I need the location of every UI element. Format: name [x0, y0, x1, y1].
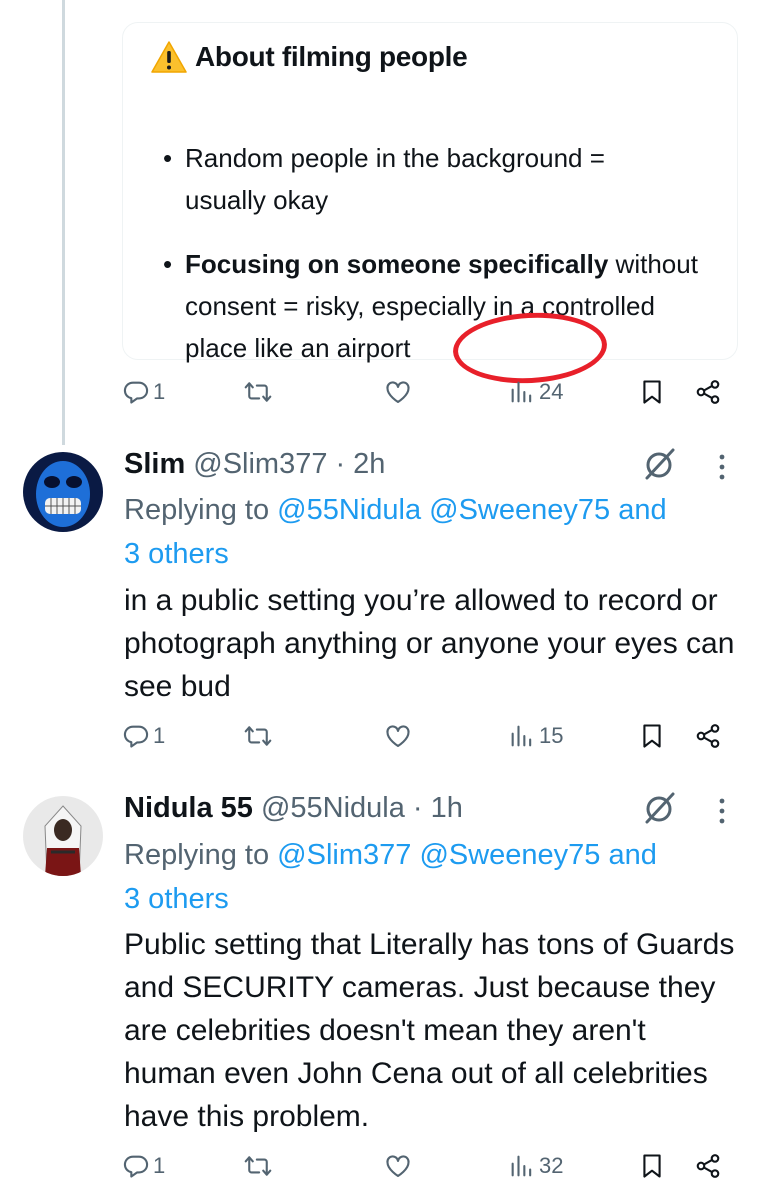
card-title: About filming people: [195, 41, 468, 72]
bookmark-icon: [643, 1154, 661, 1178]
more-icon[interactable]: [712, 452, 732, 482]
bookmark-icon: [643, 724, 661, 748]
share-button[interactable]: [694, 1152, 722, 1180]
share-button[interactable]: [694, 378, 722, 406]
tweet-action-bar: 1 24: [122, 378, 732, 418]
retweet-icon: [244, 1156, 272, 1176]
reply-icon: [123, 725, 149, 748]
card-bullet: • Random people in the background = usua…: [163, 137, 683, 221]
bookmark-icon: [643, 380, 661, 404]
heart-icon: [386, 381, 410, 403]
retweet-icon: [244, 726, 272, 746]
avatar-image: [23, 452, 103, 532]
reply-button[interactable]: 1: [122, 1152, 165, 1180]
views-icon: [511, 1155, 532, 1177]
mention-link[interactable]: @55Nidula: [277, 494, 421, 526]
user-handle[interactable]: @Slim377: [193, 448, 327, 481]
embedded-card: About filming people • Random people in …: [122, 22, 738, 387]
retweet-button[interactable]: [244, 378, 272, 406]
user-handle[interactable]: @55Nidula: [261, 792, 405, 825]
avatar[interactable]: [23, 796, 103, 876]
retweet-button[interactable]: [244, 722, 272, 750]
share-icon: [696, 380, 720, 404]
grok-icon[interactable]: [640, 788, 680, 828]
replying-prefix: Replying to: [124, 839, 278, 871]
reply-count: 1: [153, 723, 166, 748]
retweet-icon: [244, 382, 272, 402]
views-button[interactable]: 32: [508, 1152, 563, 1180]
reply-icon: [123, 381, 149, 404]
bullet-dot: •: [163, 249, 173, 279]
views-button[interactable]: 24: [508, 378, 563, 406]
card-title-row: About filming people: [151, 41, 468, 73]
tweet-action-bar: 1 15: [122, 722, 732, 762]
display-name[interactable]: Slim: [124, 448, 185, 481]
replying-to: Replying to @55Nidula @Sweeney75 and 3 ot…: [124, 488, 744, 576]
tweet-header: Nidula 55 @55Nidula · 1h: [124, 792, 463, 825]
display-name[interactable]: Nidula 55: [124, 792, 253, 825]
views-button[interactable]: 15: [508, 722, 563, 750]
reply-count: 1: [153, 379, 166, 404]
like-button[interactable]: [384, 1152, 412, 1180]
others-link[interactable]: 3 others: [124, 883, 229, 915]
timestamp[interactable]: · 2h: [335, 448, 385, 481]
avatar-image: [23, 796, 103, 876]
replying-prefix: Replying to: [124, 494, 278, 526]
like-button[interactable]: [384, 722, 412, 750]
views-count: 24: [539, 379, 564, 404]
bullet-text: Random people in the background = usuall…: [185, 143, 605, 215]
tweet-action-bar: 1 32: [122, 1152, 732, 1192]
tweet-text: in a public setting you’re allowed to re…: [124, 584, 735, 703]
share-button[interactable]: [694, 722, 722, 750]
like-button[interactable]: [384, 378, 412, 406]
bookmark-button[interactable]: [638, 378, 666, 406]
mention-link[interactable]: @Sweeney75: [429, 494, 610, 526]
views-icon: [511, 725, 532, 747]
views-count: 15: [539, 723, 564, 748]
views-icon: [511, 381, 532, 403]
thread-connector-line: [62, 0, 65, 445]
mention-link[interactable]: @Sweeney75: [419, 839, 600, 871]
timestamp[interactable]: · 1h: [413, 792, 463, 825]
reply-button[interactable]: 1: [122, 378, 165, 406]
bookmark-button[interactable]: [638, 722, 666, 750]
replying-to: Replying to @Slim377 @Sweeney75 and 3 oth…: [124, 833, 744, 921]
views-count: 32: [539, 1153, 564, 1178]
reply-icon: [123, 1155, 149, 1178]
bullet-bold-text: Focusing on someone specifically: [185, 249, 609, 279]
retweet-button[interactable]: [244, 1152, 272, 1180]
reply-button[interactable]: 1: [122, 722, 165, 750]
mention-link[interactable]: @Slim377: [277, 839, 411, 871]
tweet-header: Slim @Slim377 · 2h: [124, 448, 385, 481]
card-bullet: • Focusing on someone specifically witho…: [163, 243, 723, 369]
mention-and[interactable]: and: [600, 839, 656, 871]
heart-icon: [386, 725, 410, 747]
heart-icon: [386, 1155, 410, 1177]
more-icon[interactable]: [712, 796, 732, 826]
grok-icon[interactable]: [640, 444, 680, 484]
bullet-dot: •: [163, 143, 173, 173]
avatar[interactable]: [23, 452, 103, 532]
share-icon: [696, 1154, 720, 1178]
tweet-text: Public setting that Literally has tons o…: [124, 928, 735, 1133]
warning-icon: [151, 41, 187, 73]
others-link[interactable]: 3 others: [124, 538, 229, 570]
bookmark-button[interactable]: [638, 1152, 666, 1180]
mention-and[interactable]: and: [610, 494, 666, 526]
reply-count: 1: [153, 1153, 166, 1178]
share-icon: [696, 724, 720, 748]
